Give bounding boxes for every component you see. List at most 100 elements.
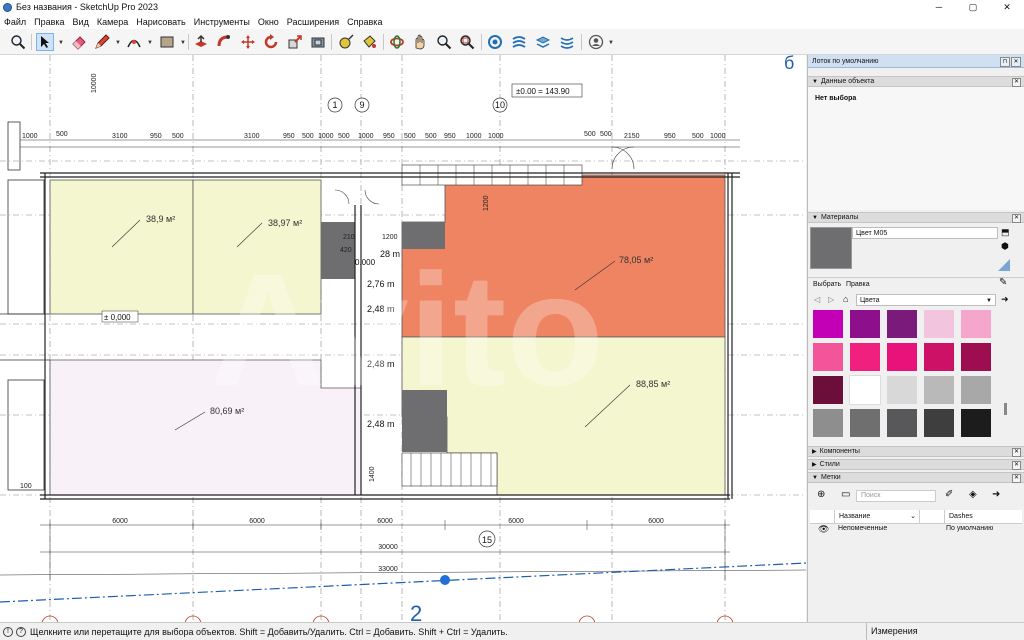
close-button[interactable]: ✕ bbox=[990, 0, 1024, 14]
tab-select[interactable]: Выбрать bbox=[813, 281, 841, 288]
default-material-icon[interactable] bbox=[998, 259, 1010, 271]
tag-details-icon[interactable]: ➜ bbox=[992, 489, 1000, 500]
arc-icon[interactable] bbox=[125, 33, 143, 51]
material-swatch[interactable] bbox=[961, 343, 991, 371]
tab-edit[interactable]: Правка bbox=[846, 281, 870, 288]
pencil-icon[interactable] bbox=[93, 33, 111, 51]
inference-point[interactable] bbox=[440, 575, 450, 585]
pan-icon[interactable] bbox=[411, 33, 429, 51]
materials-header[interactable]: ▼ Материалы ✕ bbox=[808, 212, 1024, 223]
eyedropper-icon[interactable]: ✎ bbox=[999, 277, 1007, 288]
material-swatch[interactable] bbox=[849, 375, 881, 405]
pin-icon[interactable]: ⊓ bbox=[1000, 57, 1010, 67]
menu-extensions[interactable]: Расширения bbox=[283, 17, 343, 27]
menu-help[interactable]: Справка bbox=[343, 17, 386, 27]
help-icon[interactable]: ? bbox=[16, 626, 26, 637]
home-icon[interactable]: ⌂ bbox=[843, 294, 848, 304]
section-cuts-icon[interactable] bbox=[534, 33, 552, 51]
material-swatch[interactable] bbox=[924, 376, 954, 404]
rectangle-icon[interactable] bbox=[158, 33, 176, 51]
user-dropdown-icon[interactable]: ▼ bbox=[608, 40, 614, 46]
scale-icon[interactable] bbox=[286, 33, 304, 51]
menu-view[interactable]: Вид bbox=[69, 17, 93, 27]
library-select[interactable]: Цвета ▼ bbox=[856, 294, 996, 306]
menu-camera[interactable]: Камера bbox=[93, 17, 132, 27]
material-swatch[interactable] bbox=[850, 310, 880, 338]
zoom-window-icon[interactable] bbox=[458, 33, 476, 51]
select-icon[interactable] bbox=[36, 33, 54, 51]
material-swatch[interactable] bbox=[813, 376, 843, 404]
tag-row-dashes[interactable]: По умолчанию bbox=[946, 525, 993, 532]
offset-icon[interactable] bbox=[309, 33, 327, 51]
panel-close-icon[interactable]: ✕ bbox=[1012, 78, 1021, 87]
tag-tool-icon[interactable]: ✐ bbox=[945, 489, 953, 500]
color-by-tag-icon[interactable]: ◈ bbox=[969, 489, 977, 500]
styles-header[interactable]: ▶ Стили ✕ bbox=[808, 459, 1024, 470]
panel-close-icon[interactable]: ✕ bbox=[1012, 474, 1021, 483]
tag-search-input[interactable]: Поиск bbox=[856, 490, 936, 502]
tape-measure-icon[interactable] bbox=[337, 33, 355, 51]
section-plane-icon[interactable] bbox=[486, 33, 504, 51]
rectangle-dropdown-icon[interactable]: ▼ bbox=[180, 40, 186, 46]
column-name-header[interactable]: Название ⌄ bbox=[834, 510, 920, 523]
section-fill-icon[interactable] bbox=[510, 33, 528, 51]
maximize-button[interactable]: ▢ bbox=[956, 0, 990, 14]
details-arrow-icon[interactable]: ➜ bbox=[1001, 294, 1009, 305]
pencil-dropdown-icon[interactable]: ▼ bbox=[115, 40, 121, 46]
material-name-field[interactable]: Цвет M05 bbox=[852, 227, 998, 239]
material-swatch[interactable] bbox=[813, 409, 843, 437]
tags-header[interactable]: ▼ Метки ✕ bbox=[808, 472, 1024, 483]
visibility-eye-icon[interactable]: 👁 bbox=[818, 524, 829, 535]
tag-row[interactable]: 👁 Непомеченные По умолчанию bbox=[810, 524, 1022, 537]
user-icon[interactable] bbox=[587, 33, 605, 51]
panel-close-icon[interactable]: ✕ bbox=[1012, 461, 1021, 470]
minimize-button[interactable]: ─ bbox=[922, 0, 956, 14]
panel-close-icon[interactable]: ✕ bbox=[1012, 214, 1021, 223]
material-swatch[interactable] bbox=[850, 343, 880, 371]
material-swatch[interactable] bbox=[887, 376, 917, 404]
create-material-icon[interactable]: ⬒ bbox=[1001, 227, 1010, 238]
add-tag-icon[interactable]: ⊕ bbox=[817, 489, 825, 500]
material-swatch[interactable] bbox=[813, 343, 843, 371]
menu-tools[interactable]: Инструменты bbox=[190, 17, 254, 27]
zoom-icon[interactable] bbox=[435, 33, 453, 51]
push-pull-icon[interactable] bbox=[192, 33, 210, 51]
select-dropdown-icon[interactable]: ▼ bbox=[58, 40, 64, 46]
menu-window[interactable]: Окно bbox=[254, 17, 283, 27]
forward-icon[interactable]: ▷ bbox=[828, 295, 834, 304]
material-box-icon[interactable]: ⬢ bbox=[1001, 241, 1009, 252]
material-swatch[interactable] bbox=[924, 343, 954, 371]
entity-info-header[interactable]: ▼ Данные объекта ✕ bbox=[808, 76, 1024, 87]
tray-close-icon[interactable]: ✕ bbox=[1011, 57, 1021, 67]
menu-edit[interactable]: Правка bbox=[30, 17, 68, 27]
info-icon[interactable]: ! bbox=[3, 626, 13, 637]
swatch-scrollbar[interactable] bbox=[1003, 310, 1009, 442]
move-icon[interactable] bbox=[239, 33, 257, 51]
components-header[interactable]: ▶ Компоненты ✕ bbox=[808, 446, 1024, 457]
material-swatch[interactable] bbox=[887, 310, 917, 338]
material-swatch[interactable] bbox=[924, 310, 954, 338]
follow-me-icon[interactable] bbox=[215, 33, 233, 51]
material-swatch[interactable] bbox=[961, 409, 991, 437]
add-folder-icon[interactable]: ▭ bbox=[841, 489, 850, 500]
zoom-extents-icon[interactable] bbox=[9, 33, 27, 51]
drawing-canvas[interactable]: 1000 500 3100 950 500 3100 950 500 1000 … bbox=[0, 55, 806, 622]
back-icon[interactable]: ◁ bbox=[814, 295, 820, 304]
measurements-box[interactable]: Измерения bbox=[866, 623, 1024, 640]
material-swatch[interactable] bbox=[961, 310, 991, 338]
material-swatch[interactable] bbox=[924, 409, 954, 437]
section-display-icon[interactable] bbox=[558, 33, 576, 51]
orbit-icon[interactable] bbox=[388, 33, 406, 51]
current-material-preview[interactable] bbox=[810, 227, 852, 269]
panel-close-icon[interactable]: ✕ bbox=[1012, 448, 1021, 457]
material-swatch[interactable] bbox=[850, 409, 880, 437]
eraser-icon[interactable] bbox=[70, 33, 88, 51]
column-dashes-header[interactable]: Dashes bbox=[944, 510, 1004, 523]
menu-draw[interactable]: Нарисовать bbox=[132, 17, 189, 27]
material-swatch[interactable] bbox=[961, 376, 991, 404]
material-swatch[interactable] bbox=[887, 343, 917, 371]
arc-dropdown-icon[interactable]: ▼ bbox=[147, 40, 153, 46]
material-swatch[interactable] bbox=[887, 409, 917, 437]
rotate-icon[interactable] bbox=[262, 33, 280, 51]
menu-file[interactable]: Файл bbox=[0, 17, 30, 27]
